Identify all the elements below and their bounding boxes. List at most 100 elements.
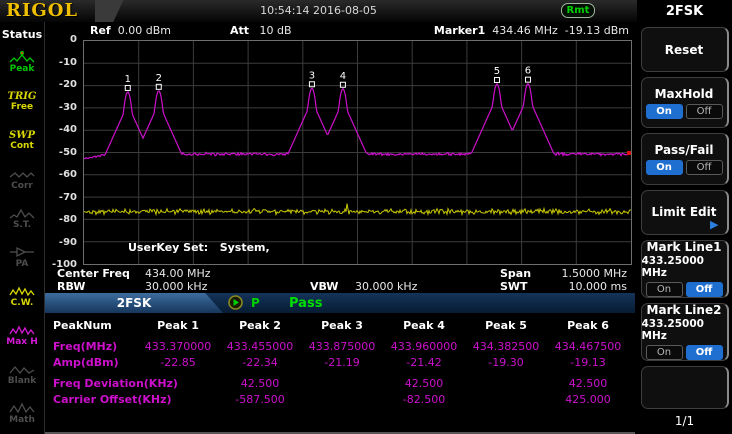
maxhold-wave-icon: [9, 324, 35, 337]
status-maxhold: Max H: [0, 316, 45, 355]
y-tick-label: -10: [59, 56, 77, 67]
status-corr: Corr: [0, 160, 45, 199]
softkey-panel: 2FSK Reset MaxHold On Off Pass/Fail On O…: [637, 0, 732, 434]
userkey-value: System,: [220, 241, 270, 254]
swt-value: 10.000 ms: [569, 280, 627, 293]
trace-canvas: 123456: [84, 41, 631, 264]
status-trig-label: Free: [11, 102, 33, 112]
status-blank-label: Blank: [8, 376, 36, 386]
ref-label: Ref: [90, 24, 111, 37]
col-peak6: Peak 6: [547, 319, 629, 332]
marker-freq: 434.46 MHz: [492, 24, 558, 37]
reset-button[interactable]: Reset: [641, 27, 729, 72]
att-label: Att: [230, 24, 249, 37]
status-swp: SWP Cont: [0, 121, 45, 160]
svg-text:4: 4: [340, 71, 346, 82]
sweep-time-wave-icon: [9, 207, 35, 220]
maxhold-off-toggle[interactable]: Off: [686, 104, 723, 119]
peak-table: PeakNum Peak 1 Peak 2 Peak 3 Peak 4 Peak…: [45, 313, 635, 434]
marker-readout: Marker1 434.46 MHz -19.13 dBm: [434, 24, 629, 37]
status-math-label: Math: [9, 415, 35, 425]
run-state-letter: P: [251, 296, 260, 310]
datetime: 10:54:14 2016-08-05: [0, 4, 637, 17]
y-tick-label: -90: [59, 236, 77, 247]
col-peak2: Peak 2: [219, 319, 301, 332]
y-tick-label: -50: [59, 146, 77, 157]
cw-wave-icon: [9, 285, 35, 298]
peak-wave-icon: [9, 51, 35, 64]
corr-wave-icon: [9, 168, 35, 181]
vbw-label: VBW: [310, 280, 338, 293]
att-value: 10 dB: [260, 24, 292, 37]
passfail-off-toggle[interactable]: Off: [686, 160, 723, 175]
col-peak4: Peak 4: [383, 319, 465, 332]
ref-value: 0.00 dBm: [118, 24, 171, 37]
graph-header: Ref 0.00 dBm Att 10 dB Marker1 434.46 MH…: [45, 24, 635, 39]
peak-table-header: PeakNum Peak 1 Peak 2 Peak 3 Peak 4 Peak…: [45, 319, 635, 332]
mark-line2-on-toggle[interactable]: On: [646, 345, 683, 360]
passfail-on-toggle[interactable]: On: [646, 160, 683, 175]
mark-line2-off-toggle[interactable]: Off: [686, 345, 723, 360]
center-freq-label: Center Freq: [57, 267, 130, 280]
status-corr-label: Corr: [11, 181, 33, 191]
table-row-carrier-offset: Carrier Offset(KHz) -587.500 -82.500 425…: [45, 393, 635, 406]
mark-line2-button[interactable]: Mark Line2 433.25000 MHz On Off: [641, 303, 729, 361]
top-bar: RIGOL 10:54:14 2016-08-05 Rmt: [0, 0, 637, 22]
center-freq-value: 434.00 MHz: [145, 267, 211, 280]
play-icon[interactable]: [228, 295, 243, 310]
y-tick-label: -80: [59, 214, 77, 225]
status-maxhold-label: Max H: [6, 337, 38, 347]
status-math: Math: [0, 394, 45, 433]
col-peak1: Peak 1: [137, 319, 219, 332]
table-row-freq-deviation: Freq Deviation(KHz) 42.500 42.500 42.500: [45, 377, 635, 390]
vbw-value: 30.000 kHz: [355, 280, 417, 293]
y-tick-label: -40: [59, 124, 77, 135]
y-tick-label: -20: [59, 79, 77, 90]
mark-line1-value: 433.25000 MHz: [642, 255, 727, 279]
status-title: Status: [2, 28, 42, 41]
svg-text:2: 2: [156, 73, 162, 84]
maxhold-on-toggle[interactable]: On: [646, 104, 683, 119]
svg-text:1: 1: [125, 74, 131, 85]
ref-level: Ref 0.00 dBm: [90, 24, 171, 37]
status-pa-label: PA: [16, 259, 29, 269]
measurement-status-bar: 2FSK P Pass: [45, 293, 635, 313]
y-axis-labels: 0-10-20-30-40-50-60-70-80-90-100: [45, 40, 81, 265]
swt-label: SWT: [500, 280, 528, 293]
status-trig-word: TRIG: [8, 91, 37, 102]
mark-line1-on-toggle[interactable]: On: [646, 282, 683, 297]
col-peak5: Peak 5: [465, 319, 547, 332]
mark-line1-button[interactable]: Mark Line1 433.25000 MHz On Off: [641, 240, 729, 298]
status-st: S.T.: [0, 199, 45, 238]
mark-line1-off-toggle[interactable]: Off: [686, 282, 723, 297]
analyzer-screen: RIGOL 10:54:14 2016-08-05 Rmt Status Pea…: [0, 0, 732, 434]
menu-title: 2FSK: [666, 2, 703, 22]
remote-badge: Rmt: [561, 3, 595, 18]
y-tick-label: -60: [59, 169, 77, 180]
svg-text:3: 3: [309, 70, 315, 81]
preamp-icon: [9, 246, 35, 259]
span-value: 1.5000 MHz: [561, 267, 627, 280]
span-label: Span: [500, 267, 531, 280]
mark-line2-value: 433.25000 MHz: [642, 318, 727, 342]
table-row-amp: Amp(dBm) -22.85 -22.34 -21.19 -21.42 -19…: [45, 356, 635, 369]
rbw-value: 30.000 kHz: [145, 280, 207, 293]
marker-label: Marker1: [434, 24, 485, 37]
status-cw-label: C.W.: [11, 298, 34, 308]
status-peak-label: Peak: [10, 64, 35, 74]
passfail-button[interactable]: Pass/Fail On Off: [641, 133, 729, 184]
status-sidebar: Status Peak TRIG Free SWP Cont Corr: [0, 22, 45, 434]
y-tick-label: -30: [59, 101, 77, 112]
status-swp-label: Cont: [10, 141, 34, 151]
maxhold-button[interactable]: MaxHold On Off: [641, 77, 729, 128]
blank-wave-icon: [9, 363, 35, 376]
svg-text:6: 6: [525, 66, 531, 77]
status-peak: Peak: [0, 43, 45, 82]
math-wave-icon: [9, 402, 35, 415]
empty-softkey[interactable]: [641, 366, 729, 409]
sweep-info: Center Freq 434.00 MHz Span 1.5000 MHz R…: [45, 265, 635, 293]
rbw-label: RBW: [57, 280, 85, 293]
spectrum-plot: 123456 UserKey Set: System,: [83, 40, 632, 265]
limit-edit-button[interactable]: Limit Edit ▶: [641, 190, 729, 235]
measurement-tab: 2FSK: [45, 293, 223, 313]
